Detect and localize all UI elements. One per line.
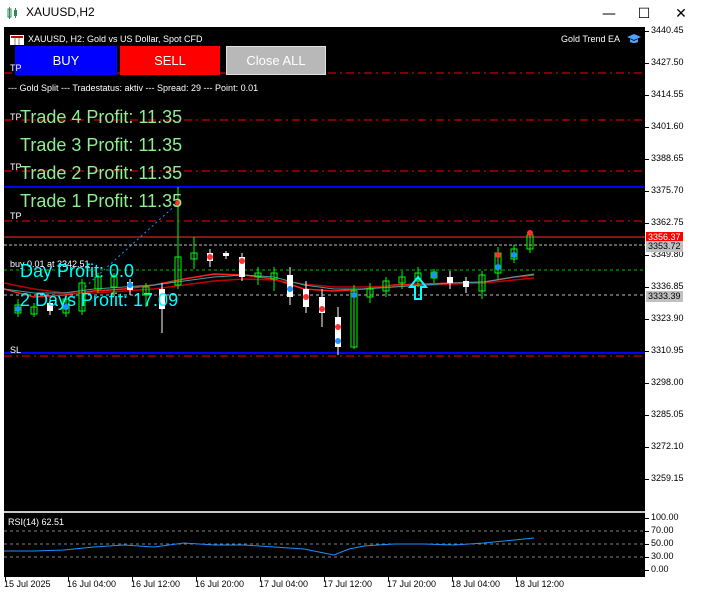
price-label: 3323.90 [651, 313, 684, 323]
two-days-profit: 2 Days Profit: 17.09 [20, 290, 179, 310]
status-line: --- Gold Split --- Tradestatus: aktiv --… [8, 83, 259, 93]
rsi-line [4, 537, 535, 556]
price-label: 3401.60 [651, 121, 684, 131]
ask-price-tag: 3353.72 [646, 241, 683, 252]
close-icon: ✕ [675, 5, 687, 22]
close-all-button[interactable]: Close ALL [226, 46, 326, 75]
price-label: 3362.75 [651, 217, 684, 227]
tp-top-label: TP [10, 63, 22, 73]
time-label: 17 Jul 20:00 [387, 579, 437, 589]
time-label: 17 Jul 12:00 [323, 579, 373, 589]
rsi-level-label: 30.00 [651, 551, 674, 561]
price-label: 3285.05 [651, 409, 684, 419]
tp-label-1: TP [10, 211, 22, 221]
rsi-canvas [4, 530, 645, 558]
ea-name: Gold Trend EA [561, 34, 621, 44]
sell-button[interactable]: SELL [120, 46, 220, 75]
maximize-button[interactable]: ☐ [625, 0, 663, 27]
maximize-icon: ☐ [637, 5, 651, 22]
price-label: 3427.50 [651, 57, 684, 67]
price-label: 3259.15 [651, 473, 684, 483]
price-label: 3298.00 [651, 377, 684, 387]
minimize-icon: — [602, 5, 616, 22]
trade-2-profit: Trade 2 Profit: 11.35 [20, 163, 183, 183]
position-price-tag: 3333.39 [646, 291, 683, 302]
trade-3-profit: Trade 3 Profit: 11.35 [20, 135, 183, 155]
rsi-level-label: 100.00 [651, 512, 679, 522]
price-chart[interactable]: XAUUSD, H2: Gold vs US Dollar, Spot CFD … [4, 27, 645, 511]
rsi-level-label: 50.00 [651, 538, 674, 548]
graduation-cap-icon [627, 34, 641, 43]
time-label: 18 Jul 04:00 [451, 579, 501, 589]
time-label: 16 Jul 12:00 [131, 579, 181, 589]
close-button[interactable]: ✕ [662, 0, 700, 27]
price-label: 3375.70 [651, 185, 684, 195]
rsi-label: RSI(14) 62.51 [8, 517, 65, 527]
price-label: 3440.45 [651, 25, 684, 35]
rsi-level-label: 0.00 [651, 564, 669, 574]
time-label: 18 Jul 12:00 [515, 579, 565, 589]
price-label: 3310.95 [651, 345, 684, 355]
candlestick-chart-icon [7, 7, 17, 19]
chart-table-icon [10, 35, 24, 45]
rsi-panel[interactable]: RSI(14) 62.51 [4, 513, 645, 577]
trade-4-profit: Trade 4 Profit: 11.35 [20, 107, 183, 127]
symbol-info: XAUUSD, H2: Gold vs US Dollar, Spot CFD [28, 34, 203, 44]
sl-label: SL [10, 345, 22, 355]
rsi-level-label: 70.00 [651, 525, 674, 535]
time-label: 15 Jul 2025 [4, 579, 51, 589]
window-title: XAUUSD,H2 [26, 5, 95, 19]
window-titlebar: XAUUSD,H2 — ☐ ✕ [0, 0, 702, 27]
time-label: 16 Jul 20:00 [195, 579, 245, 589]
buy-button[interactable]: BUY [15, 46, 117, 75]
price-label: 3388.65 [651, 153, 684, 163]
price-label: 3272.10 [651, 441, 684, 451]
price-label: 3336.85 [651, 281, 684, 291]
time-label: 17 Jul 04:00 [259, 579, 309, 589]
day-profit: Day Profit: 0.0 [20, 261, 135, 281]
price-axis[interactable]: 3440.45 3427.50 3414.55 3401.60 3388.65 … [645, 25, 702, 579]
minimize-button[interactable]: — [590, 0, 628, 27]
time-label: 16 Jul 04:00 [67, 579, 117, 589]
price-label: 3414.55 [651, 89, 684, 99]
time-axis[interactable]: 15 Jul 2025 16 Jul 04:00 16 Jul 12:00 16… [0, 577, 702, 593]
trade-1-profit: Trade 1 Profit: 11.35 [20, 191, 183, 211]
